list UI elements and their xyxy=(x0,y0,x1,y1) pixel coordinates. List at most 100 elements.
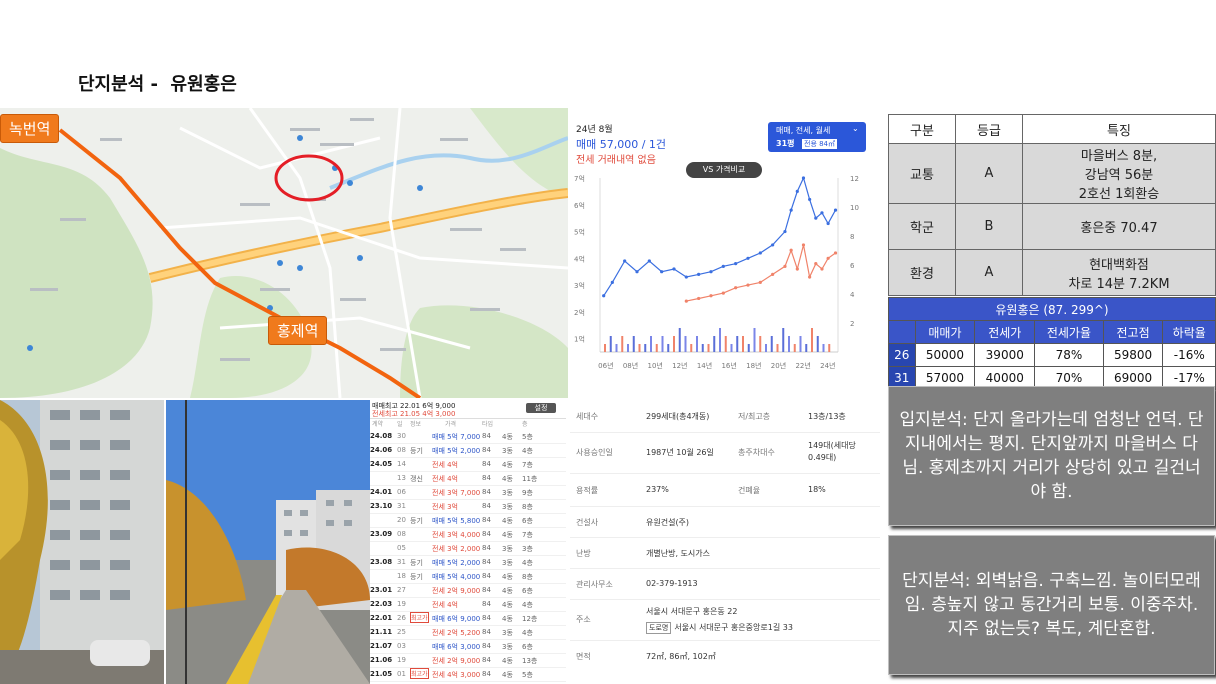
jeonse-price-point xyxy=(734,286,738,290)
jeonse-price-point xyxy=(820,267,824,271)
deal-area: 84 xyxy=(482,614,491,622)
grade-cat: 환경 xyxy=(888,249,956,296)
deal-area: 84 xyxy=(482,488,491,496)
col-price: 가격 xyxy=(445,421,457,428)
deal-area: 84 xyxy=(482,628,491,636)
deal-area: 84 xyxy=(482,502,491,510)
deal-day: 19 xyxy=(397,656,406,664)
sale-price-point xyxy=(684,275,688,279)
summary-header: 전세가율 xyxy=(1034,320,1104,344)
approval-label: 사용승인일 xyxy=(576,448,613,457)
deal-price: 매매 6억 9,000 xyxy=(432,615,481,623)
volume-bar xyxy=(759,336,762,352)
volume-bar xyxy=(684,336,687,352)
deal-day: 06 xyxy=(397,488,406,496)
volume-bar xyxy=(615,344,618,352)
jeonse-price-point xyxy=(771,272,775,276)
sale-price-point xyxy=(814,216,818,220)
area-value: 72㎡, 86㎡, 102㎡ xyxy=(646,652,716,661)
deal-day: 14 xyxy=(397,460,406,468)
y2-tick-label: 6 xyxy=(850,262,855,270)
location-map[interactable]: 녹번역 홍제역 xyxy=(0,108,568,398)
volume-bar xyxy=(638,344,641,352)
deal-row: 13 갱신 전세 4억 84 4동 11층 xyxy=(370,472,566,486)
deal-floor: 5층 xyxy=(522,433,533,441)
deal-area: 84 xyxy=(482,530,491,538)
deal-row: 21.06 19 전세 2억 9,000 84 4동 13층 xyxy=(370,654,566,668)
sale-price-point xyxy=(783,229,787,234)
deal-price: 매매 5억 5,800 xyxy=(432,517,481,525)
grade-row-environment: 환경 A 현대백화점 차로 14분 7.2KM xyxy=(888,249,1216,296)
deal-rows: 24.08 30 매매 5억 7,000 84 4동 5층 24.06 08 등기 매매 5억 2… xyxy=(370,430,566,684)
deal-row: 24.05 14 전세 4억 84 4동 7층 xyxy=(370,458,566,472)
deal-price: 매매 5억 7,000 xyxy=(432,433,481,441)
deal-floor: 13층 xyxy=(522,657,538,665)
deal-area: 84 xyxy=(482,474,491,482)
deal-price: 전세 3억 4,000 xyxy=(432,531,481,539)
x-tick-label: 16년 xyxy=(721,361,736,370)
sale-price-line xyxy=(603,176,837,297)
jeonse-price-point xyxy=(758,280,762,284)
deal-building: 4동 xyxy=(502,531,513,539)
sale-price-point xyxy=(758,251,762,255)
deal-area: 84 xyxy=(482,586,491,594)
x-tick-label: 24년 xyxy=(820,361,835,370)
deal-area: 84 xyxy=(482,642,491,650)
jeonse-price-point xyxy=(826,256,830,260)
deal-row: 23.09 08 전세 3억 4,000 84 4동 7층 xyxy=(370,528,566,542)
sale-price-point xyxy=(602,294,606,298)
volume-bar xyxy=(742,336,744,352)
deal-price: 전세 3억 7,000 xyxy=(432,489,481,497)
sale-price-point xyxy=(771,243,775,247)
volume-bar xyxy=(770,336,773,352)
col-day: 일 xyxy=(397,421,403,428)
volume-bar xyxy=(776,344,779,352)
deal-area: 84 xyxy=(482,656,491,664)
x-tick-label: 08년 xyxy=(623,361,638,370)
volume-bar xyxy=(822,344,825,352)
complex-analysis-text: 단지분석: 외벽낡음. 구축느낌. 놀이터모래임. 층높지 않고 동간거리 보통… xyxy=(902,571,1201,639)
deal-row: 23.10 31 전세 3억 84 3동 8층 xyxy=(370,500,566,514)
summary-header xyxy=(888,320,916,344)
sale-price-point xyxy=(820,211,824,215)
sale-price-point xyxy=(746,256,750,260)
x-tick-label: 14년 xyxy=(697,361,712,370)
x-tick-label: 06년 xyxy=(598,361,613,370)
grade-feature: 마을버스 8분, 강남역 56분 2호선 1회환승 xyxy=(1022,143,1216,204)
address-value: 서울시 서대문구 홍은동 22 xyxy=(646,607,738,616)
summary-cell: 59800 xyxy=(1102,343,1164,367)
x-tick-label: 10년 xyxy=(647,361,662,370)
deal-floor: 8층 xyxy=(522,503,533,511)
jeonse-price-point xyxy=(814,262,818,266)
volume-bar xyxy=(730,344,733,352)
info-row-heating: 난방 개별난방, 도시가스 xyxy=(570,538,880,569)
deal-tag: 최고가 xyxy=(410,612,429,623)
settings-button[interactable]: 설정 xyxy=(526,403,556,413)
deal-building: 3동 xyxy=(502,559,513,567)
deal-date: 24.06 xyxy=(370,446,393,454)
deal-date: 23.09 xyxy=(370,530,393,538)
deal-day: 27 xyxy=(397,586,406,594)
deal-day: 30 xyxy=(397,432,406,440)
deal-row: 20 등기 매매 5억 5,800 84 4동 6층 xyxy=(370,514,566,528)
deal-row: 21.11 25 전세 2억 5,200 84 3동 4층 xyxy=(370,626,566,640)
deal-floor: 8층 xyxy=(522,573,533,581)
volume-bar xyxy=(753,328,756,352)
deal-day: 05 xyxy=(397,544,406,552)
deal-day: 18 xyxy=(397,572,406,580)
summary-header: 매매가 xyxy=(914,320,976,344)
office-value: 02-379-1913 xyxy=(646,579,698,588)
deal-floor: 6층 xyxy=(522,587,533,595)
deal-day: 08 xyxy=(397,446,406,454)
grade-header-category: 구분 xyxy=(888,114,956,144)
deal-day: 31 xyxy=(397,558,406,566)
jeonse-price-point xyxy=(746,283,750,287)
deal-floor: 5층 xyxy=(522,671,533,679)
deal-price: 매매 5억 2,000 xyxy=(432,559,481,567)
deal-date: 24.05 xyxy=(370,460,393,468)
info-row-area: 면적 72㎡, 86㎡, 102㎡ xyxy=(570,641,880,671)
deal-tag: 등기 xyxy=(410,517,423,525)
deal-building: 3동 xyxy=(502,643,513,651)
y-tick-label: 6억 xyxy=(574,202,585,210)
volume-bar xyxy=(805,344,808,352)
